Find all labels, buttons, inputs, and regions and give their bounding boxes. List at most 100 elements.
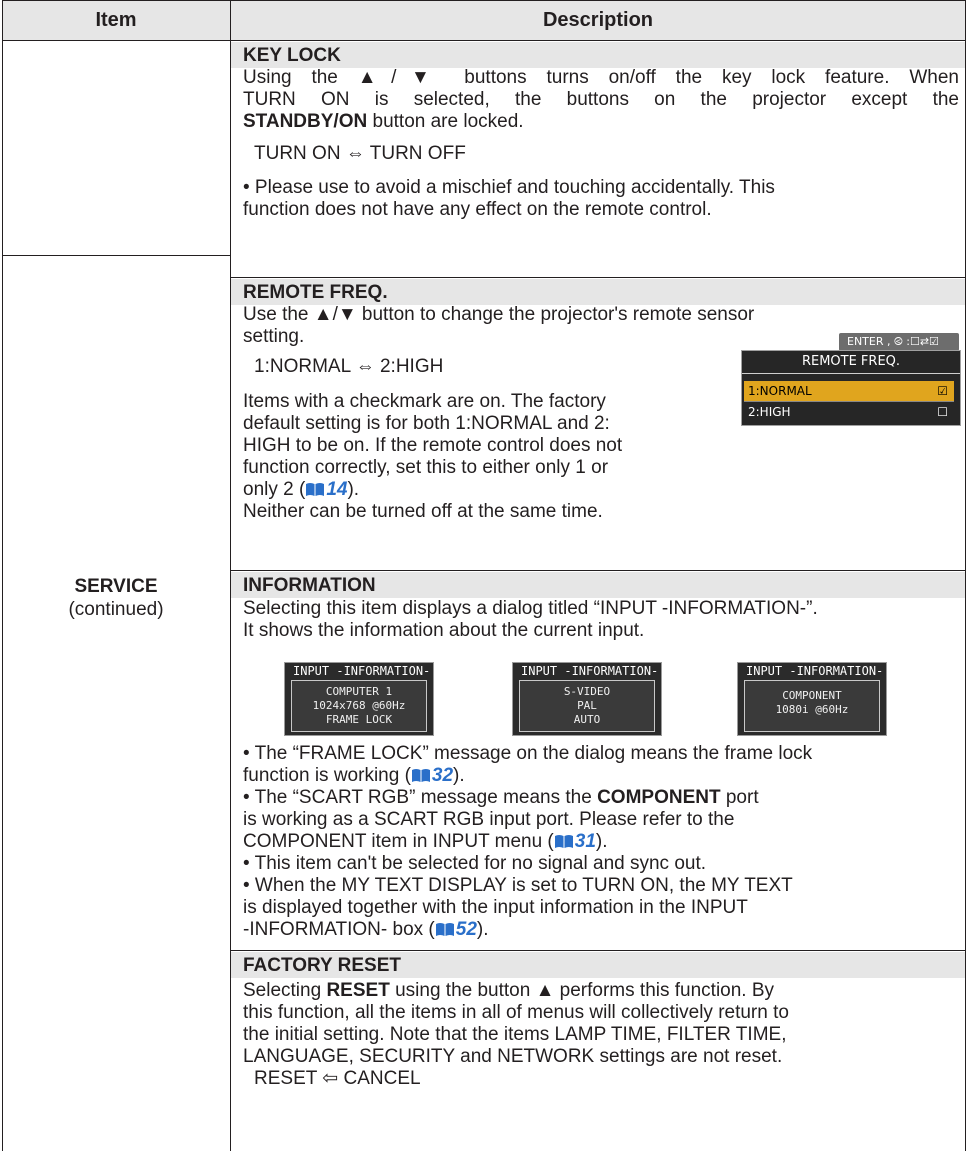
row-divider-1 [230, 277, 966, 278]
remote-freq-p6: Neither can be turned off at the same ti… [243, 501, 603, 522]
key-lock-text-line-3: STANDBY/ON button are locked. [243, 111, 524, 133]
key-lock-text-line-3-rest: button are locked. [367, 111, 524, 132]
key-lock-note-line-2: function does not have any effect on the… [243, 199, 712, 220]
info-bullet-2-line-3-post: ). [595, 831, 608, 852]
dialog-3-panel: COMPONENT 1080i @60Hz [744, 680, 880, 732]
book-icon [554, 835, 573, 848]
remote-freq-osd-menu: ENTER , ⧀ :☐⇄☑ REMOTE FREQ. 1:NORMAL ☑ 2… [735, 330, 961, 428]
factory-reset-title: FACTORY RESET [243, 955, 402, 976]
menu-option-high-label: 2:HIGH [748, 405, 791, 419]
page-ref-32[interactable]: 32 [411, 765, 453, 786]
page-ref-52[interactable]: 52 [435, 919, 477, 940]
info-bullet-4-line-1: • When the MY TEXT DISPLAY is set to TUR… [243, 875, 793, 896]
info-bullet-2-line-3-pre: COMPONENT item in INPUT menu ( [243, 831, 554, 852]
reset-keyword: RESET [326, 980, 390, 1001]
key-lock-text-line-1: Using the ▲/▼ buttons turns on/off the k… [243, 67, 959, 88]
dialog-3-line-2: 1080i @60Hz [775, 703, 849, 716]
dialog-3-title: INPUT -INFORMATION- [746, 664, 884, 678]
info-bullet-2-line-1: • The “SCART RGB” message means the COMP… [243, 787, 759, 809]
column-header-item: Item [95, 9, 137, 31]
remote-freq-p3: HIGH to be on. If the remote control doe… [243, 435, 623, 456]
service-name: SERVICE [74, 576, 158, 597]
info-bullet-2-line-2: is working as a SCART RGB input port. Pl… [243, 809, 735, 830]
info-bullet-3: • This item can't be selected for no sig… [243, 853, 707, 874]
factory-reset-line-1-post: using the button ▲ performs this functio… [389, 980, 775, 1001]
remote-freq-p5: only 2 ( 14). [243, 479, 359, 501]
dialog-3-line-1: COMPONENT [782, 689, 842, 702]
dialog-1-line-3: FRAME LOCK [325, 713, 393, 726]
info-bullet-1-post: ). [453, 765, 465, 786]
input-information-dialog-1: INPUT -INFORMATION- COMPUTER 1 1024x768 … [284, 662, 434, 736]
key-lock-title: KEY LOCK [243, 45, 341, 66]
service-continued: (continued) [68, 599, 164, 620]
factory-reset-line-1-pre: Selecting [243, 980, 327, 1001]
page-ref-14[interactable]: 14 [305, 479, 347, 500]
info-bullet-1-line-1: • The “FRAME LOCK” message on the dialog… [243, 743, 813, 764]
remote-freq-title: REMOTE FREQ. [243, 282, 388, 303]
remote-freq-toggle: 1:NORMAL ⇔ 2:HIGH [254, 356, 444, 377]
manual-page: Item Description SERVICE (continued) KEY… [0, 0, 968, 1151]
standby-on-button-name: STANDBY/ON [243, 111, 368, 132]
input-information-dialog-3: INPUT -INFORMATION- COMPONENT 1080i @60H… [737, 662, 887, 736]
info-bullet-4-line-2: is displayed together with the input inf… [243, 897, 748, 918]
info-bullet-2-post: port [720, 787, 759, 808]
page-ref-14-number: 14 [326, 479, 348, 500]
info-bullet-1-line-2: function is working ( 32). [243, 765, 465, 787]
enter-hint-bar: ENTER , ⧀ :☐⇄☑ [839, 333, 959, 351]
dialog-1-line-1: COMPUTER 1 [325, 685, 393, 698]
dialog-1-title: INPUT -INFORMATION- [293, 664, 431, 678]
information-title: INFORMATION [243, 575, 376, 596]
unchecked-box-icon: ☐ [937, 405, 948, 419]
key-lock-title-background [231, 42, 965, 68]
factory-reset-line-3: the initial setting. Note that the items… [243, 1024, 787, 1045]
dialog-2-title: INPUT -INFORMATION- [521, 664, 659, 678]
input-information-dialog-2: INPUT -INFORMATION- S-VIDEO PAL AUTO [512, 662, 662, 736]
information-line-1: Selecting this item displays a dialog ti… [243, 598, 818, 619]
key-lock-text-line-2: TURN ON is selected, the buttons on the … [243, 89, 959, 110]
info-bullet-4-line-3: -INFORMATION- box ( 52). [243, 919, 489, 941]
column-header-description: Description [542, 9, 654, 31]
book-icon [435, 923, 454, 936]
info-bullet-2-pre: • The “SCART RGB” message means the [243, 787, 598, 808]
dialog-2-line-3: AUTO [573, 713, 601, 726]
component-port-name: COMPONENT [597, 787, 721, 808]
row-divider-3 [230, 950, 966, 951]
dialog-1-line-2: 1024x768 @60Hz [312, 699, 406, 712]
page-ref-31[interactable]: 31 [554, 831, 596, 852]
key-lock-toggle: TURN ON ⇔ TURN OFF [254, 143, 466, 164]
info-bullet-1-pre: function is working ( [243, 765, 411, 786]
remote-freq-line-1: Use the ▲/▼ button to change the project… [243, 304, 755, 325]
key-lock-note-line-1: • Please use to avoid a mischief and tou… [243, 177, 775, 198]
page-ref-32-number: 32 [431, 765, 454, 786]
dialog-2-line-1: S-VIDEO [563, 685, 611, 698]
dialog-1-panel: COMPUTER 1 1024x768 @60Hz FRAME LOCK [291, 680, 427, 732]
table-right-border [965, 0, 966, 1151]
remote-freq-menu-box: REMOTE FREQ. 1:NORMAL ☑ 2:HIGH ☐ [741, 350, 961, 426]
info-bullet-4-line-3-pre: -INFORMATION- box ( [243, 919, 435, 940]
info-bullet-4-line-3-post: ). [476, 919, 489, 940]
factory-reset-toggle: RESET ⇦ CANCEL [254, 1068, 421, 1089]
row-divider-2 [230, 570, 966, 571]
factory-reset-line-4: LANGUAGE, SECURITY and NETWORK settings … [243, 1046, 783, 1067]
info-bullet-2-line-3: COMPONENT item in INPUT menu ( 31). [243, 831, 608, 853]
service-item-label: SERVICE (continued) [2, 575, 230, 621]
remote-freq-line-2: setting. [243, 326, 305, 347]
dialog-2-panel: S-VIDEO PAL AUTO [519, 680, 655, 732]
factory-reset-line-1: Selecting RESET using the button ▲ perfo… [243, 980, 774, 1002]
item-column-rule [2, 255, 230, 256]
page-ref-52-number: 52 [455, 919, 477, 940]
checked-box-icon: ☑ [937, 384, 948, 398]
remote-freq-p4: function correctly, set this to either o… [243, 457, 609, 478]
menu-option-normal[interactable]: 1:NORMAL ☑ [744, 381, 954, 401]
factory-reset-line-2: this function, all the items in all of m… [243, 1002, 789, 1023]
remote-freq-p5-post: ). [347, 479, 360, 500]
remote-freq-menu-title: REMOTE FREQ. [742, 351, 960, 374]
dialog-2-line-2: PAL [577, 699, 597, 712]
menu-option-high[interactable]: 2:HIGH ☐ [744, 401, 954, 421]
remote-freq-p2: default setting is for both 1:NORMAL and… [243, 413, 610, 434]
remote-freq-p1: Items with a checkmark are on. The facto… [243, 391, 606, 412]
header-divider [2, 40, 966, 41]
book-icon [411, 769, 430, 782]
remote-freq-p5-pre: only 2 ( [243, 479, 306, 500]
page-ref-31-number: 31 [574, 831, 596, 852]
